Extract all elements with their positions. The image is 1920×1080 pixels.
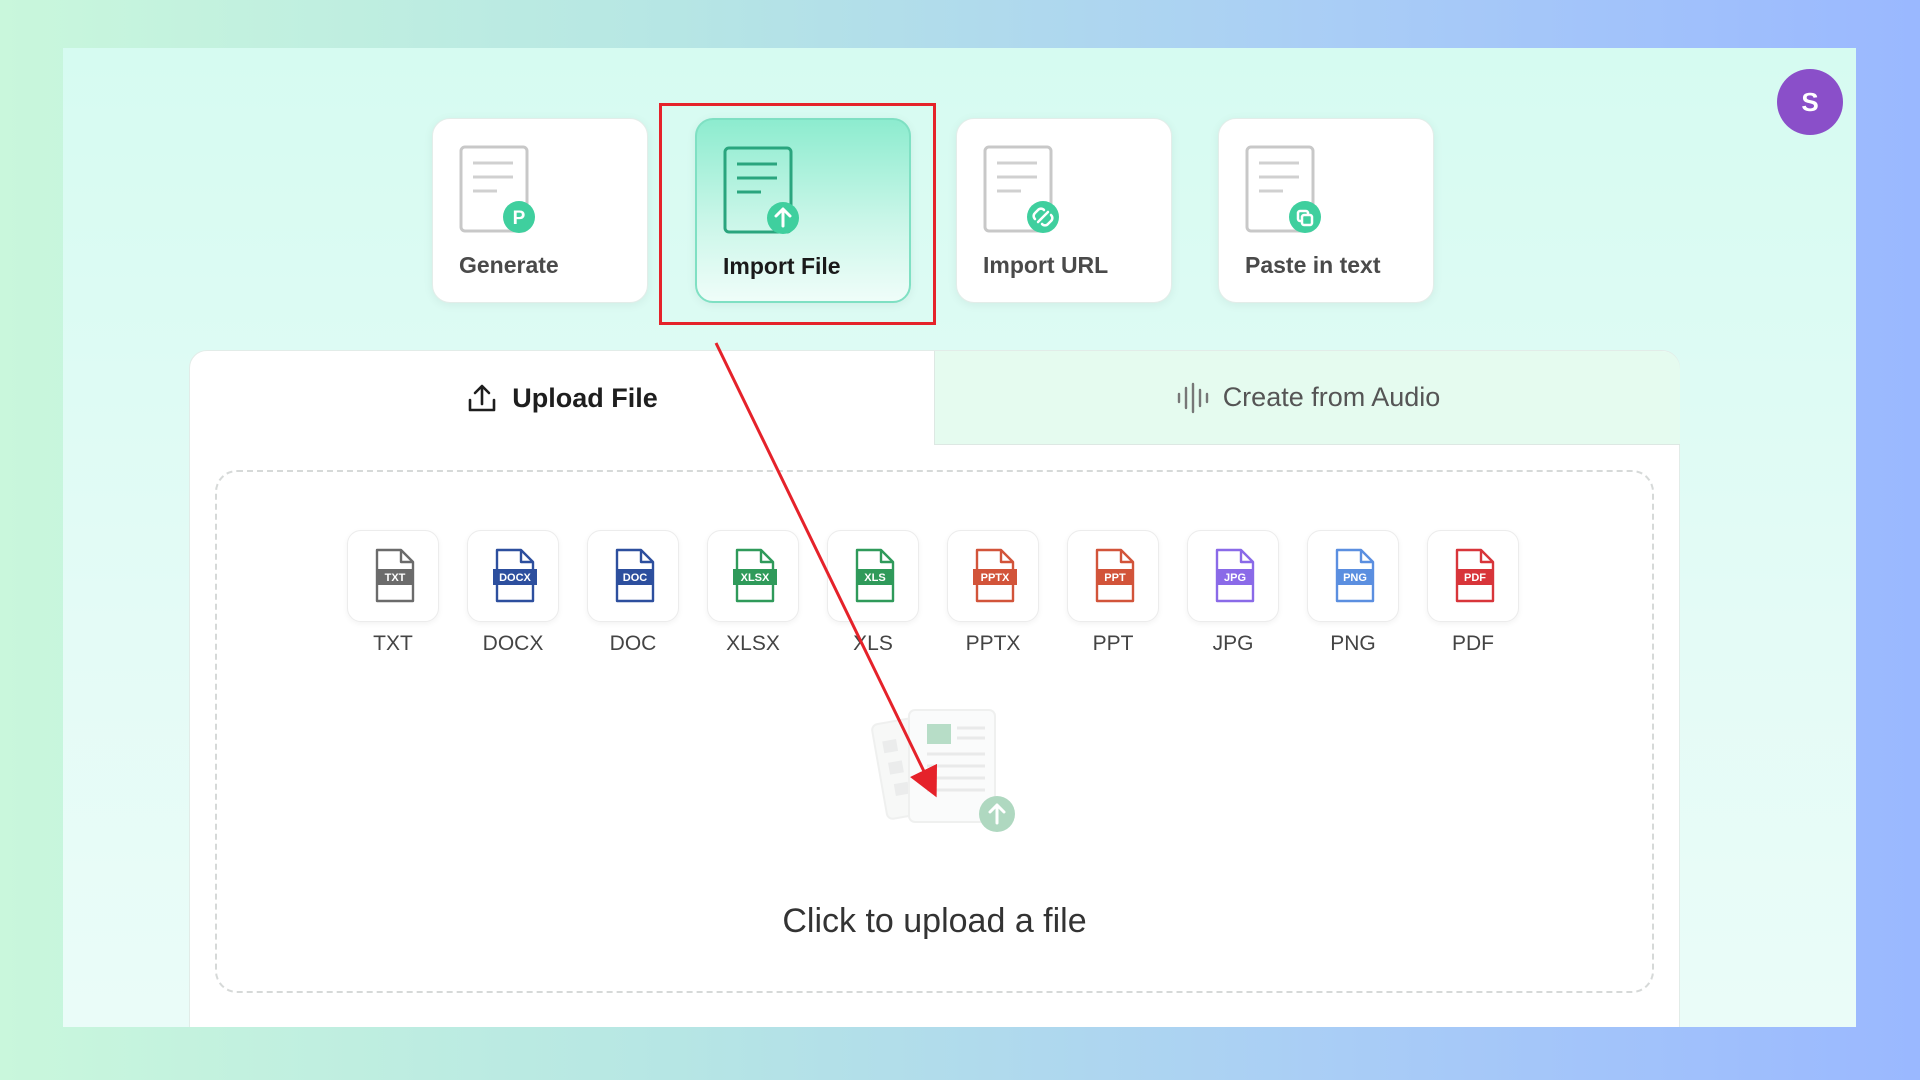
format-tile: PPT — [1067, 530, 1159, 622]
upload-icon — [468, 384, 496, 412]
svg-text:PDF: PDF — [1464, 572, 1486, 584]
tab-label: Upload File — [512, 382, 658, 413]
png-file-icon: PNG — [1335, 548, 1375, 603]
format-item-jpg: JPG JPG — [1187, 530, 1279, 656]
format-tile: PNG — [1307, 530, 1399, 622]
svg-text:PPT: PPT — [1104, 572, 1126, 584]
document-paste-icon — [1245, 145, 1321, 233]
tab-label: Create from Audio — [1222, 382, 1441, 412]
format-item-pdf: PDF PDF — [1427, 530, 1519, 656]
ppt-file-icon: PPT — [1095, 548, 1135, 603]
tab-create-from-audio[interactable]: Create from Audio — [934, 351, 1680, 445]
document-generate-icon: P — [459, 145, 535, 233]
format-tile: XLSX — [707, 530, 799, 622]
upload-illustration-icon — [871, 709, 1015, 832]
format-item-xlsx: XLSX XLSX — [707, 530, 799, 656]
pdf-file-icon: PDF — [1455, 548, 1495, 603]
xls-file-icon: XLS — [855, 548, 895, 603]
mode-label: Import URL — [983, 252, 1109, 278]
format-tile: JPG — [1187, 530, 1279, 622]
svg-text:P: P — [513, 208, 526, 229]
format-item-ppt: PPT PPT — [1067, 530, 1159, 656]
format-label: JPG — [1212, 632, 1254, 655]
format-label: DOCX — [482, 632, 544, 655]
format-item-docx: DOCX DOCX — [467, 530, 559, 656]
format-item-xls: XLS XLS — [827, 530, 919, 656]
format-item-pptx: PPTX PPTX — [947, 530, 1039, 656]
app-frame: S P Generate Import File Import URL Past… — [63, 48, 1856, 1027]
svg-text:JPG: JPG — [1224, 572, 1246, 584]
highlight-box — [659, 103, 936, 325]
mode-label: Generate — [459, 252, 559, 278]
txt-file-icon: TXT — [375, 548, 415, 603]
format-item-doc: DOC DOC — [587, 530, 679, 656]
format-label: PDF — [1452, 632, 1494, 655]
document-link-icon — [983, 145, 1059, 233]
format-label: TXT — [373, 632, 413, 655]
svg-text:DOC: DOC — [623, 572, 648, 584]
format-label: XLSX — [726, 632, 780, 655]
format-tile: PDF — [1427, 530, 1519, 622]
pptx-file-icon: PPTX — [973, 548, 1017, 603]
svg-text:TXT: TXT — [385, 572, 406, 584]
upload-cta-text[interactable]: Click to upload a file — [217, 902, 1652, 941]
mode-label: Paste in text — [1245, 252, 1381, 278]
svg-text:DOCX: DOCX — [499, 572, 531, 584]
format-tile: PPTX — [947, 530, 1039, 622]
format-label: PNG — [1330, 632, 1376, 655]
mode-card-paste-text[interactable]: Paste in text — [1218, 118, 1434, 303]
format-item-png: PNG PNG — [1307, 530, 1399, 656]
user-avatar[interactable]: S — [1777, 69, 1843, 135]
audio-waveform-icon — [1177, 382, 1208, 413]
format-label: PPTX — [965, 632, 1021, 655]
doc-file-icon: DOC — [615, 548, 655, 603]
upload-panel: Upload File Create from Audio TXT TXT DOCX… — [189, 350, 1680, 1027]
svg-text:XLS: XLS — [864, 572, 885, 584]
format-label: DOC — [609, 632, 657, 655]
mode-card-generate[interactable]: P Generate — [432, 118, 648, 303]
svg-text:PPTX: PPTX — [981, 572, 1010, 584]
format-label: PPT — [1092, 632, 1134, 655]
format-tile: DOC — [587, 530, 679, 622]
format-item-txt: TXT TXT — [347, 530, 439, 656]
mode-card-import-url[interactable]: Import URL — [956, 118, 1172, 303]
svg-text:PNG: PNG — [1343, 572, 1367, 584]
format-tile: TXT — [347, 530, 439, 622]
format-tile: DOCX — [467, 530, 559, 622]
svg-text:XLSX: XLSX — [741, 572, 770, 584]
jpg-file-icon: JPG — [1215, 548, 1255, 603]
tab-upload-file[interactable]: Upload File — [190, 351, 934, 445]
file-dropzone[interactable]: TXT TXT DOCX DOCX DOC DOC XLSX XLSX XLS XLS PPTX PP… — [215, 470, 1654, 993]
format-tile: XLS — [827, 530, 919, 622]
docx-file-icon: DOCX — [493, 548, 537, 603]
xlsx-file-icon: XLSX — [733, 548, 777, 603]
supported-formats-list: TXT TXT DOCX DOCX DOC DOC XLSX XLSX XLS XLS PPTX PP… — [347, 530, 1519, 656]
format-label: XLS — [853, 632, 893, 655]
